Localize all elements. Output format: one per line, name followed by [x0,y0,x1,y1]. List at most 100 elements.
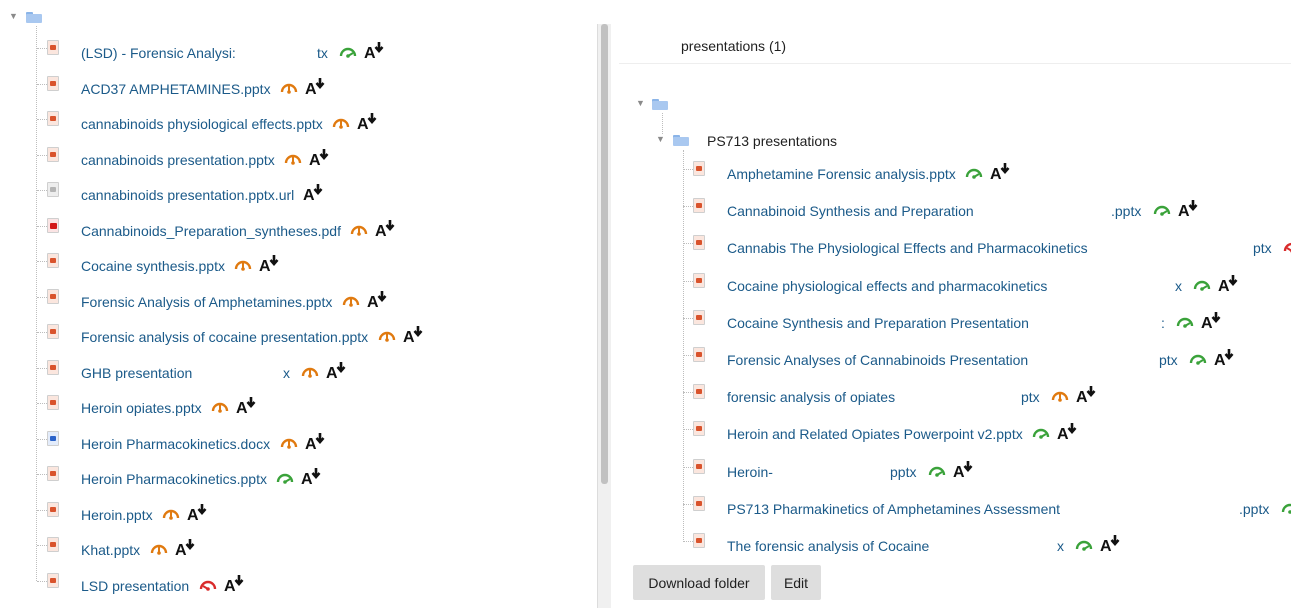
file-link-ext[interactable]: : [1161,315,1165,331]
file-row[interactable]: Heroin.pptx A [37,501,597,530]
tree-expanded-icon[interactable]: ▼ [636,98,645,108]
tree-connector [683,280,693,282]
file-row[interactable]: forensic analysis of opiates ptx A [683,384,1291,412]
file-link[interactable]: (LSD) - Forensic Analysi: [81,45,236,61]
file-row[interactable]: Cocaine physiological effects and pharma… [683,272,1291,301]
file-row[interactable]: GHB presentation x A [37,359,597,388]
file-link[interactable]: forensic analysis of opiates [727,389,895,405]
accessibility-download-icon[interactable]: A [305,432,327,452]
file-link[interactable]: Cocaine synthesis.pptx [81,258,225,274]
accessibility-download-icon[interactable]: A [1178,199,1200,219]
file-link-ext[interactable]: x [1175,278,1182,294]
accessibility-download-icon[interactable]: A [990,162,1012,182]
file-row[interactable]: Amphetamine Forensic analysis.pptx A [683,161,1291,189]
accessibility-download-icon[interactable]: A [305,77,327,97]
file-row[interactable]: Cocaine synthesis.pptx A [37,253,597,281]
file-link[interactable]: GHB presentation [81,365,192,381]
accessibility-download-icon[interactable]: A [309,148,331,168]
file-link[interactable]: Amphetamine Forensic analysis.pptx [727,166,956,182]
file-row[interactable]: Heroin Pharmacokinetics.pptx A [37,466,597,494]
file-row[interactable]: Heroin and Related Opiates Powerpoint v2… [683,421,1291,449]
accessibility-download-icon[interactable]: A [367,290,389,310]
file-link[interactable]: cannabinoids presentation.pptx [81,152,275,168]
file-row[interactable]: The forensic analysis of Cocaine x A [683,533,1291,561]
file-row[interactable]: PS713 Pharmakinetics of Amphetamines Ass… [683,495,1291,524]
file-link[interactable]: The forensic analysis of Cocaine [727,538,929,554]
accessibility-download-icon[interactable]: A [1218,274,1240,294]
file-row[interactable]: Heroin-pptx A [683,458,1291,487]
tree-expanded-icon[interactable]: ▼ [656,134,665,144]
accessibility-download-icon[interactable]: A [303,183,325,203]
file-link[interactable]: Cannabis The Physiological Effects and P… [727,240,1088,256]
accessibility-download-icon[interactable]: A [953,460,975,480]
accessibility-download-icon[interactable]: A [326,361,348,381]
file-link-ext[interactable]: .pptx [1111,203,1141,219]
file-link[interactable]: Forensic Analysis of Amphetamines.pptx [81,294,332,310]
file-link[interactable]: Cocaine Synthesis and Preparation Presen… [727,315,1029,331]
accessibility-download-icon[interactable]: A [364,41,386,61]
accessibility-download-icon[interactable]: A [1214,348,1236,368]
accessibility-download-icon[interactable]: A [1100,534,1122,554]
file-row[interactable]: Cocaine Synthesis and Preparation Presen… [683,309,1291,338]
file-link-ext[interactable]: tx [317,45,328,61]
accessibility-download-icon[interactable]: A [236,396,258,416]
file-row[interactable]: Cannabis The Physiological Effects and P… [683,235,1291,263]
file-row[interactable]: Forensic Analysis of Amphetamines.pptx A [37,288,597,317]
svg-text:A: A [1178,203,1190,219]
accessibility-download-icon[interactable]: A [187,503,209,523]
file-link[interactable]: Cocaine physiological effects and pharma… [727,278,1047,294]
file-row[interactable]: ACD37 AMPHETAMINES.pptx A [37,75,597,104]
file-link[interactable]: Cannabinoid Synthesis and Preparation [727,203,974,219]
file-link[interactable]: Forensic analysis of cocaine presentatio… [81,329,368,345]
edit-button[interactable]: Edit [771,565,821,600]
vertical-scrollbar[interactable] [597,24,611,608]
file-link[interactable]: PS713 Pharmakinetics of Amphetamines Ass… [727,501,1060,517]
file-row[interactable]: Forensic analysis of cocaine presentatio… [37,324,597,352]
file-link[interactable]: Heroin and Related Opiates Powerpoint v2… [727,426,1023,442]
scrollbar-thumb[interactable] [601,24,608,484]
file-link[interactable]: Heroin Pharmacokinetics.docx [81,436,270,452]
accessibility-download-icon[interactable]: A [1057,422,1079,442]
accessibility-download-icon[interactable]: A [224,574,246,594]
accessibility-download-icon[interactable]: A [403,325,425,345]
accessibility-download-icon[interactable]: A [375,219,397,239]
file-link[interactable]: Heroin- [727,464,773,480]
file-link[interactable]: cannabinoids physiological effects.pptx [81,116,323,132]
file-link[interactable]: LSD presentation [81,578,189,594]
file-link-ext[interactable]: x [1057,538,1064,554]
tree-expanded-icon[interactable]: ▼ [9,11,18,21]
file-link[interactable]: Heroin Pharmacokinetics.pptx [81,471,267,487]
folder-header: presentations (1) [619,24,1291,64]
file-row[interactable]: cannabinoids presentation.pptx A [37,146,597,175]
file-link[interactable]: Heroin opiates.pptx [81,400,202,416]
file-row[interactable]: (LSD) - Forensic Analysi: tx A [37,40,597,68]
accessibility-download-icon[interactable]: A [259,254,281,274]
file-row[interactable]: Khat.pptx A [37,537,597,565]
accessibility-download-icon[interactable]: A [1076,385,1098,405]
accessibility-download-icon[interactable]: A [1201,311,1223,331]
file-link-ext[interactable]: x [283,365,290,381]
accessibility-download-icon[interactable]: A [301,467,323,487]
file-link-ext[interactable]: ptx [1159,352,1178,368]
file-row[interactable]: Heroin Pharmacokinetics.docx A [37,430,597,459]
accessibility-download-icon[interactable]: A [357,112,379,132]
file-link-ext[interactable]: pptx [890,464,916,480]
file-row[interactable]: Cannabinoid Synthesis and Preparation .pp… [683,198,1291,226]
file-link[interactable]: Khat.pptx [81,542,140,558]
file-link[interactable]: Cannabinoids_Preparation_syntheses.pdf [81,223,341,239]
file-row[interactable]: Heroin opiates.pptx A [37,395,597,423]
file-link[interactable]: Forensic Analyses of Cannabinoids Presen… [727,352,1028,368]
file-link-ext[interactable]: ptx [1253,240,1272,256]
file-link[interactable]: Heroin.pptx [81,507,153,523]
file-row[interactable]: LSD presentation A [37,572,597,601]
accessibility-download-icon[interactable]: A [175,538,197,558]
download-folder-button[interactable]: Download folder [633,565,765,600]
file-row[interactable]: cannabinoids presentation.pptx.url A [37,182,597,210]
file-link[interactable]: ACD37 AMPHETAMINES.pptx [81,81,271,97]
file-row[interactable]: cannabinoids physiological effects.pptx A [37,111,597,139]
file-link-ext[interactable]: ptx [1021,389,1040,405]
file-row[interactable]: Forensic Analyses of Cannabinoids Presen… [683,347,1291,375]
file-row[interactable]: Cannabinoids_Preparation_syntheses.pdf A [37,217,597,246]
file-link-ext[interactable]: .pptx [1239,501,1269,517]
file-link[interactable]: cannabinoids presentation.pptx.url [81,187,294,203]
